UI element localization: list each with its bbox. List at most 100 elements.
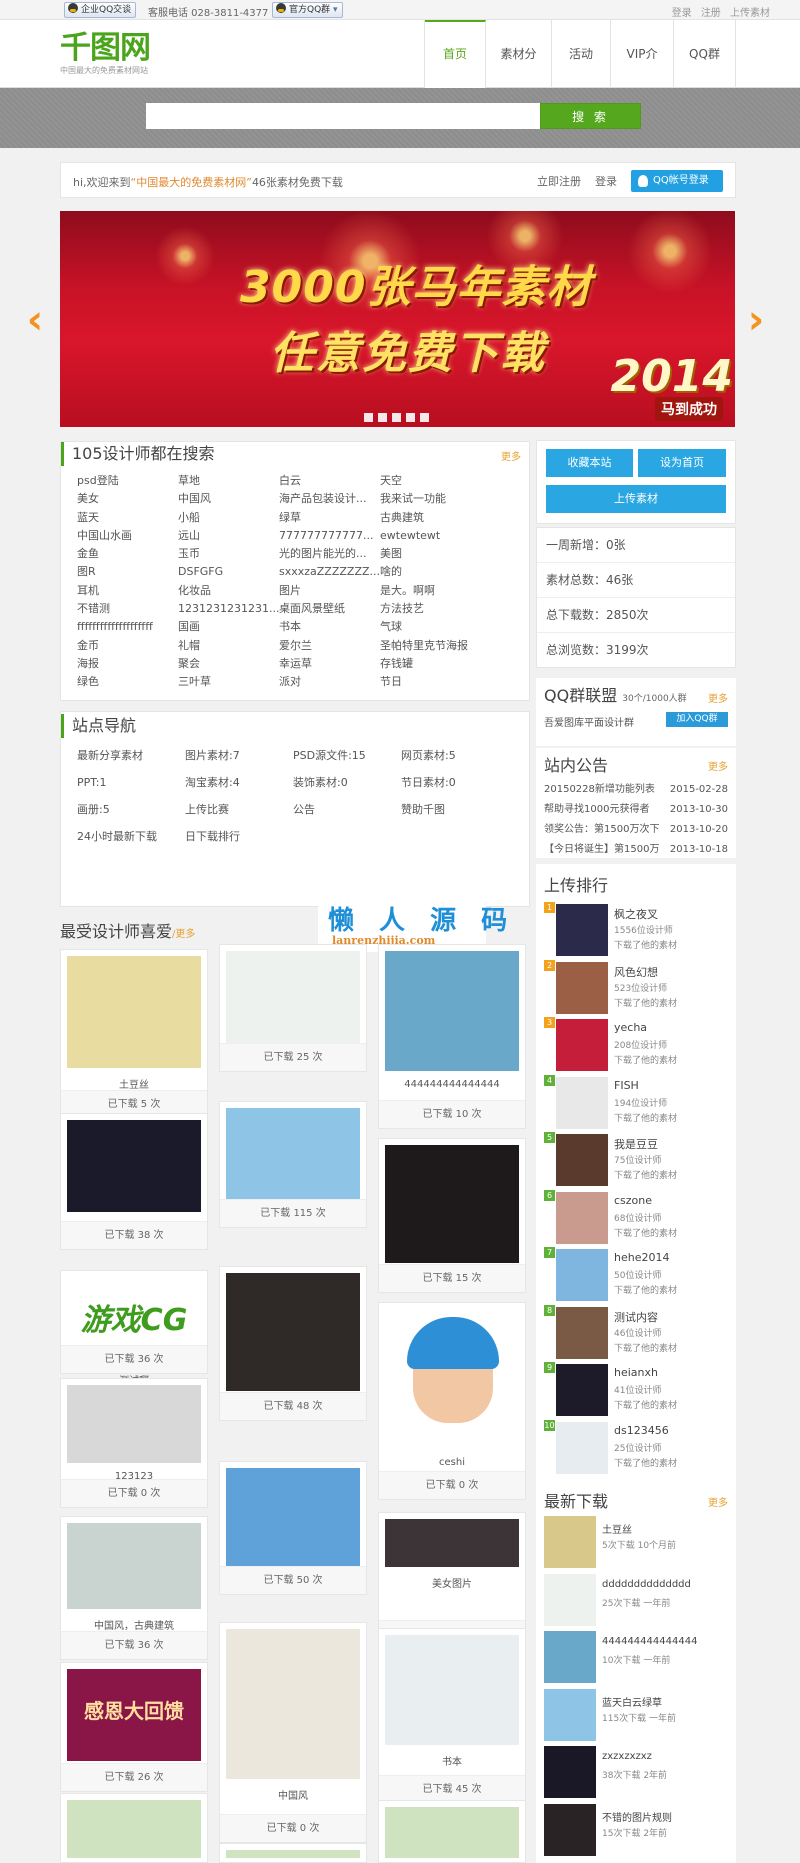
search-term-link[interactable]: 幸运草: [279, 655, 380, 672]
material-card[interactable]: 书本 已下载 45 次: [378, 1628, 526, 1804]
qq-group-name[interactable]: 吾爱图库平面设计群: [544, 714, 634, 729]
register-link[interactable]: 立即注册: [537, 173, 581, 189]
rank-item[interactable]: 3 yecha 208位设计师 下载了他的素材: [544, 1017, 734, 1074]
latest-item[interactable]: dddddddddddddd 25次下载 一年前: [544, 1572, 734, 1629]
search-term-link[interactable]: 美女: [77, 490, 178, 507]
search-term-link[interactable]: 海产品包装设计...: [279, 490, 380, 507]
search-term-link[interactable]: 书本: [279, 618, 380, 635]
rank-avatar[interactable]: [556, 1421, 608, 1474]
rank-avatar[interactable]: [556, 1191, 608, 1244]
material-name[interactable]: 书本: [379, 1753, 525, 1768]
material-card[interactable]: dddddddddddddd已下载 25 次: [219, 944, 367, 1072]
search-term-link[interactable]: 海报: [77, 655, 178, 672]
material-thumb[interactable]: [226, 1850, 360, 1858]
latest-name[interactable]: dddddddddddddd: [602, 1579, 691, 1590]
more-link[interactable]: 更多: [708, 1494, 728, 1509]
search-term-link[interactable]: 777777777777...: [279, 527, 380, 544]
site-nav-link[interactable]: 上传比赛: [185, 802, 293, 829]
bookmark-button[interactable]: 收藏本站: [546, 449, 633, 477]
rank-item[interactable]: 7 hehe2014 50位设计师 下载了他的素材: [544, 1247, 734, 1304]
material-thumb[interactable]: [226, 1273, 360, 1391]
search-term-link[interactable]: DSFGFG: [178, 563, 279, 580]
search-term-link[interactable]: 气球: [380, 618, 481, 635]
site-nav-link[interactable]: 网页素材:5: [401, 748, 509, 775]
rank-item[interactable]: 5 我是豆豆 75位设计师 下载了他的素材: [544, 1132, 734, 1189]
search-term-link[interactable]: 爱尔兰: [279, 637, 380, 654]
material-card[interactable]: 中国风，古典建筑 已下载 36 次: [60, 1516, 208, 1660]
search-term-link[interactable]: 绿草: [279, 509, 380, 526]
site-nav-link[interactable]: 淘宝素材:4: [185, 775, 293, 802]
search-input[interactable]: [146, 103, 541, 129]
nav-vip[interactable]: VIP介绍: [611, 20, 674, 129]
search-term-link[interactable]: 美图: [380, 545, 481, 562]
top-login-link[interactable]: 登录: [672, 8, 692, 19]
material-thumb[interactable]: [385, 1635, 519, 1745]
material-thumb[interactable]: [67, 1385, 201, 1463]
material-thumb[interactable]: [226, 951, 360, 1043]
banner-dot[interactable]: [420, 413, 429, 422]
material-thumb[interactable]: [385, 1145, 519, 1263]
corp-qq-button[interactable]: 企业QQ交谈: [64, 2, 137, 18]
rank-name[interactable]: 测试内容: [614, 1309, 658, 1325]
search-term-link[interactable]: 小船: [178, 509, 279, 526]
latest-thumb[interactable]: [544, 1631, 596, 1683]
latest-item[interactable]: 土豆丝 5次下载 10个月前: [544, 1514, 734, 1571]
search-term-link[interactable]: 国画: [178, 618, 279, 635]
material-card[interactable]: 暗室搜灯已下载 48 次: [219, 1266, 367, 1421]
search-term-link[interactable]: 草地: [178, 472, 279, 489]
site-nav-link[interactable]: PPT:1: [77, 775, 185, 802]
site-nav-link[interactable]: PSD源文件:15: [293, 748, 401, 775]
qq-login-button[interactable]: QQ帐号登录: [631, 170, 723, 192]
search-term-link[interactable]: 金鱼: [77, 545, 178, 562]
material-thumb[interactable]: 感恩大回馈: [67, 1669, 201, 1761]
material-thumb[interactable]: [67, 1800, 201, 1858]
site-logo[interactable]: 千图网 中国最大的免费素材网站: [60, 30, 170, 80]
material-thumb[interactable]: [226, 1108, 360, 1199]
latest-name[interactable]: 土豆丝: [602, 1521, 632, 1536]
banner-dot[interactable]: [378, 413, 387, 422]
search-term-link[interactable]: 化妆品: [178, 582, 279, 599]
search-term-link[interactable]: 蓝天: [77, 509, 178, 526]
search-term-link[interactable]: 方法技艺: [380, 600, 481, 617]
search-term-link[interactable]: 节日: [380, 673, 481, 690]
latest-item[interactable]: 444444444444444 10次下载 一年前: [544, 1629, 734, 1686]
latest-item[interactable]: 不错的图片规则 15次下载 2年前: [544, 1802, 734, 1859]
latest-thumb[interactable]: [544, 1573, 596, 1626]
search-term-link[interactable]: 光的图片能光的...: [279, 545, 380, 562]
material-name[interactable]: 中国风: [220, 1787, 366, 1802]
nav-categories[interactable]: 素材分类: [486, 20, 552, 129]
upload-button[interactable]: 上传素材: [546, 485, 726, 513]
notice-item[interactable]: 领奖公告：第1500万次下 2013-10-20: [544, 820, 728, 840]
rank-item[interactable]: 8 测试内容 46位设计师 下载了他的素材: [544, 1304, 734, 1362]
search-term-link[interactable]: ewtewtewt: [380, 527, 481, 544]
rank-name[interactable]: ds123456: [614, 1424, 669, 1437]
material-thumb[interactable]: [67, 956, 201, 1068]
rank-avatar[interactable]: [556, 1134, 608, 1186]
search-term-link[interactable]: 是大。啊啊: [380, 582, 481, 599]
search-term-link[interactable]: ffffffffffffffffffff: [77, 618, 178, 635]
material-card[interactable]: 金蛋测试已下载 50 次: [219, 1461, 367, 1595]
search-term-link[interactable]: 中国风: [178, 490, 279, 507]
rank-avatar[interactable]: [556, 1249, 608, 1301]
rank-avatar[interactable]: [556, 1019, 608, 1071]
material-thumb[interactable]: [67, 1120, 201, 1212]
rank-avatar[interactable]: [556, 1306, 608, 1359]
material-thumb[interactable]: [385, 1519, 519, 1567]
latest-name[interactable]: 不错的图片规则: [602, 1809, 672, 1824]
hero-banner[interactable]: 3000张马年素材 任意免费下载 2014 马到成功: [60, 211, 735, 427]
search-term-link[interactable]: 啥的: [380, 563, 481, 580]
search-term-link[interactable]: 天空: [380, 472, 481, 489]
rank-item[interactable]: 9 heianxh 41位设计师 下载了他的素材: [544, 1362, 734, 1419]
material-card[interactable]: [60, 1793, 208, 1863]
more-link[interactable]: 更多: [501, 448, 521, 463]
latest-thumb[interactable]: [544, 1516, 596, 1568]
rank-name[interactable]: hehe2014: [614, 1251, 669, 1264]
search-term-link[interactable]: psd登陆: [77, 472, 178, 489]
material-thumb[interactable]: [67, 1523, 201, 1609]
rank-avatar[interactable]: [556, 961, 608, 1014]
notice-item[interactable]: 帮助寻找1000元获得者 2013-10-30: [544, 800, 728, 820]
material-card[interactable]: 游戏CG测试啊已下载 36 次: [60, 1270, 208, 1387]
material-name[interactable]: 444444444444444: [379, 1079, 525, 1090]
nav-events[interactable]: 活动: [552, 20, 611, 88]
site-nav-link[interactable]: 日下载排行: [185, 829, 293, 856]
